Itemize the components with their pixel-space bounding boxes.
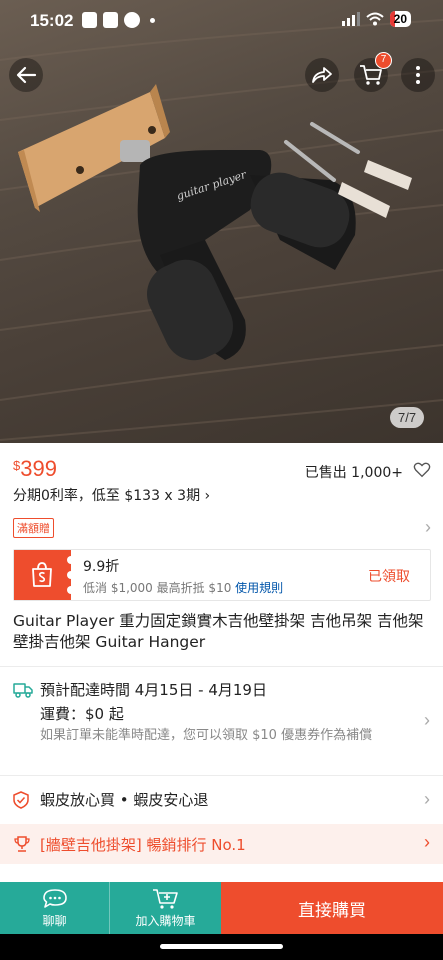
voucher-desc: 低消 $1,000 最高折抵 $10 使用規則 — [83, 581, 284, 595]
share-icon — [312, 67, 332, 83]
status-time: 15:02 — [30, 11, 74, 30]
product-price: $399 — [13, 456, 57, 481]
signal-icon — [341, 12, 360, 26]
voucher-stub — [14, 550, 75, 600]
more-vertical-icon — [416, 66, 420, 84]
chevron-right-icon: › — [424, 832, 430, 852]
chevron-right-icon: › — [425, 517, 431, 537]
shipping-section[interactable]: 預計配達時間 4月15日 - 4月19日 運費：$0 起 如果訂單未能準時配達，… — [0, 670, 443, 770]
installment-info[interactable]: 分期0利率，低至 $133 x 3期 › — [13, 485, 210, 505]
add-cart-label: 加入購物車 — [135, 913, 196, 928]
voucher-claimed-button[interactable]: 已領取 — [368, 566, 410, 586]
notification-icons — [82, 12, 155, 28]
chat-button[interactable]: 聊聊 — [0, 882, 110, 934]
delivery-guarantee-note: 如果訂單未能準時配達，您可以領取 $10 優惠券作為補償 — [40, 728, 373, 743]
chat-icon — [42, 888, 67, 908]
delivery-estimate: 預計配達時間 4月15日 - 4月19日 — [40, 681, 267, 699]
chat-label: 聊聊 — [42, 913, 67, 928]
voucher-rules-link[interactable]: 使用規則 — [235, 581, 283, 595]
voucher-card[interactable]: 9.9折 低消 $1,000 最高折抵 $10 使用規則 已領取 — [13, 549, 431, 601]
trophy-icon — [14, 836, 30, 852]
truck-icon — [13, 683, 33, 698]
cart-count-badge: 7 — [375, 52, 392, 69]
voucher-info: 9.9折 低消 $1,000 最高折抵 $10 使用規則 — [83, 556, 283, 596]
divider — [0, 775, 443, 776]
product-title: Guitar Player 重力固定鎖實木吉他壁掛架 吉他吊架 吉他架 壁掛吉他… — [13, 612, 424, 651]
add-cart-icon — [152, 888, 178, 909]
shipping-fee: 運費：$0 起 — [40, 705, 124, 723]
shopping-bag-icon — [32, 562, 52, 587]
status-bar: 15:02 20 — [0, 0, 443, 42]
buy-now-button[interactable]: 直接購買 — [221, 882, 443, 934]
ranking-text: [牆壁吉他掛架] 暢銷排行 No.1 — [40, 836, 246, 854]
heart-icon[interactable] — [413, 461, 431, 479]
record-icon — [124, 12, 140, 28]
promo-tag: 滿額贈 — [13, 518, 54, 538]
bottom-action-bar: 聊聊 加入購物車 直接購買 — [0, 882, 443, 934]
shopee-app-icon — [82, 12, 97, 28]
divider — [0, 666, 443, 667]
message-icon — [103, 12, 118, 28]
add-to-cart-button[interactable]: 加入購物車 — [110, 882, 221, 934]
price-row: $399 已售出 1,000+ — [13, 456, 431, 486]
cart-button[interactable]: 7 — [354, 52, 392, 92]
guarantee-row[interactable]: 蝦皮放心買 • 蝦皮安心退 › — [0, 779, 443, 821]
sold-count: 已售出 1,000+ — [304, 465, 403, 481]
more-options-button[interactable] — [401, 58, 435, 92]
arrow-left-icon — [16, 66, 37, 84]
wifi-icon — [365, 12, 384, 26]
ranking-banner[interactable]: [牆壁吉他掛架] 暢銷排行 No.1 › — [0, 824, 443, 864]
share-button[interactable] — [305, 58, 339, 92]
home-bar — [0, 934, 443, 960]
home-indicator[interactable] — [160, 944, 283, 949]
battery-icon: 20 — [389, 11, 411, 27]
guarantee-text: 蝦皮放心買 • 蝦皮安心退 — [40, 791, 209, 809]
chevron-right-icon: › — [424, 710, 430, 730]
back-button[interactable] — [9, 58, 43, 92]
shield-check-icon — [13, 791, 29, 809]
product-image[interactable]: guitar player 15:02 20 7 7/7 — [0, 0, 443, 443]
status-right: 20 — [341, 11, 411, 27]
promo-row[interactable]: 滿額贈 › — [13, 517, 431, 539]
voucher-title: 9.9折 — [83, 559, 120, 575]
chevron-right-icon: › — [424, 789, 430, 809]
more-dot-icon — [150, 17, 155, 23]
image-counter: 7/7 — [390, 407, 425, 428]
